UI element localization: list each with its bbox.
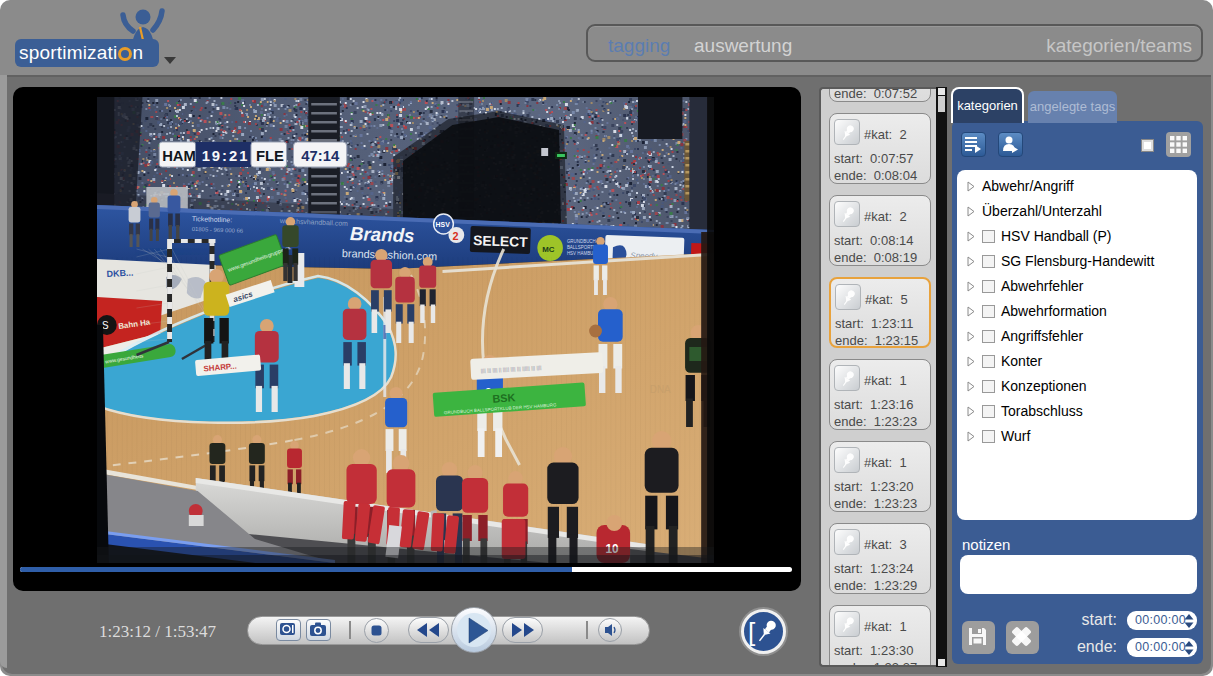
svg-text:MC: MC [542,245,555,254]
svg-text:GRUNDBUCH: GRUNDBUCH [567,239,596,244]
svg-text:Brands: Brands [350,223,415,246]
svg-text:BSK: BSK [492,391,516,405]
svg-text:DKB...: DKB... [106,268,133,279]
svg-text:19:21: 19:21 [202,148,250,164]
svg-text:2: 2 [452,230,458,242]
svg-text:Tickethotline:: Tickethotline: [192,215,233,223]
svg-text:SELECT: SELECT [473,232,529,250]
svg-text:47:14: 47:14 [301,148,340,164]
svg-text:FLE: FLE [256,148,284,164]
svg-text:HAM: HAM [162,148,196,164]
svg-text:DNA: DNA [650,384,671,395]
svg-text:[: [ [748,617,756,647]
svg-text:HSV: HSV [436,221,451,228]
